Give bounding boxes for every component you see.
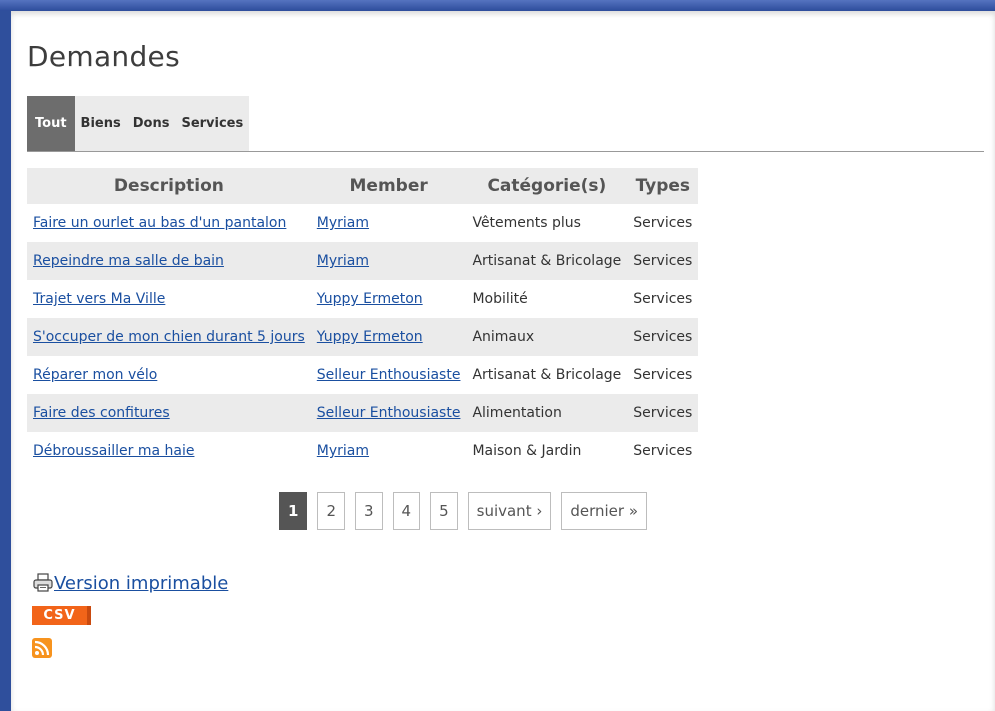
printable-version-row: Version imprimable [32, 572, 228, 594]
cell-member: Selleur Enthousiaste [310, 394, 467, 432]
member-link[interactable]: Selleur Enthousiaste [317, 367, 461, 383]
cell-description: Faire des confitures [27, 394, 311, 432]
table-row: Débroussailler ma haie Myriam Maison & J… [27, 432, 698, 470]
page-3-button[interactable]: 3 [354, 492, 383, 530]
tab-strip: Tout Biens Dons Services [27, 96, 250, 151]
cell-type: Services [627, 394, 699, 432]
cell-description: Trajet vers Ma Ville [27, 280, 311, 318]
description-link[interactable]: Débroussailler ma haie [33, 443, 194, 459]
page-5-button[interactable]: 5 [430, 492, 458, 530]
header-member[interactable]: Member [310, 168, 467, 204]
cell-category: Artisanat & Bricolage [466, 242, 628, 280]
tab-divider [27, 151, 984, 152]
table-row: Réparer mon vélo Selleur Enthousiaste Ar… [27, 356, 698, 394]
printable-version-link[interactable]: Version imprimable [54, 573, 228, 594]
page-2-button[interactable]: 2 [317, 492, 345, 530]
tab-biens[interactable]: Biens [74, 96, 127, 151]
cell-type: Services [633, 367, 693, 383]
member-link[interactable]: Yuppy Ermeton [317, 329, 423, 345]
cell-category: Artisanat & Bricolage [472, 367, 622, 383]
csv-export-button[interactable]: CSV [32, 606, 91, 625]
member-link[interactable]: Myriam [317, 253, 369, 269]
table-header-row: Description Member Catégorie(s) Types [27, 168, 699, 204]
header-types[interactable]: Types [627, 168, 699, 204]
member-link[interactable]: Myriam [317, 215, 369, 231]
cell-member: Yuppy Ermeton [310, 318, 467, 356]
cell-category: Maison & Jardin [472, 443, 582, 459]
pagination: 1 2 3 4 5 suivant › dernier » [279, 492, 648, 530]
next-page-button[interactable]: suivant › [467, 492, 552, 530]
rss-feed-icon[interactable] [32, 638, 52, 658]
cell-type: Services [633, 291, 693, 307]
table-row: Faire des confitures Selleur Enthousiast… [27, 394, 699, 432]
header-description[interactable]: Description [27, 168, 311, 204]
cell-category: Alimentation [466, 394, 628, 432]
page-title: Demandes [27, 40, 180, 73]
table-row: Repeindre ma salle de bain Myriam Artisa… [27, 242, 699, 280]
cell-member: Myriam [311, 204, 467, 242]
cell-type: Services [627, 242, 699, 280]
cell-member: Yuppy Ermeton [311, 280, 467, 318]
description-link[interactable]: Trajet vers Ma Ville [33, 291, 165, 307]
cell-type: Services [633, 215, 693, 231]
cell-type: Services [627, 318, 699, 356]
description-link[interactable]: Réparer mon vélo [33, 367, 157, 383]
member-link[interactable]: Yuppy Ermeton [317, 291, 423, 307]
printer-icon[interactable] [32, 572, 54, 594]
cell-member: Myriam [311, 432, 467, 470]
description-link[interactable]: S'occuper de mon chien durant 5 jours [33, 329, 305, 345]
cell-category: Mobilité [472, 291, 528, 307]
member-link[interactable]: Myriam [317, 443, 369, 459]
cell-member: Myriam [310, 242, 467, 280]
table-row: Trajet vers Ma Ville Yuppy Ermeton Mobil… [27, 280, 698, 318]
cell-description: Réparer mon vélo [27, 356, 311, 394]
table-row: Faire un ourlet au bas d'un pantalon Myr… [27, 204, 698, 242]
page-1-button[interactable]: 1 [279, 492, 308, 530]
cell-description: Repeindre ma salle de bain [27, 242, 311, 280]
member-link[interactable]: Selleur Enthousiaste [317, 405, 461, 421]
cell-member: Selleur Enthousiaste [311, 356, 467, 394]
requests-table: Description Member Catégorie(s) Types Fa… [27, 168, 699, 470]
description-link[interactable]: Faire un ourlet au bas d'un pantalon [33, 215, 286, 231]
cell-description: Débroussailler ma haie [27, 432, 311, 470]
cell-category: Vêtements plus [472, 215, 581, 231]
cell-description: S'occuper de mon chien durant 5 jours [27, 318, 311, 356]
cell-type: Services [633, 443, 693, 459]
cell-category: Animaux [466, 318, 628, 356]
tab-services[interactable]: Services [175, 96, 250, 151]
last-page-button[interactable]: dernier » [561, 492, 648, 530]
tab-tout[interactable]: Tout [27, 96, 75, 151]
cell-description: Faire un ourlet au bas d'un pantalon [27, 204, 311, 242]
tab-dons[interactable]: Dons [126, 96, 176, 151]
header-category[interactable]: Catégorie(s) [466, 168, 628, 204]
description-link[interactable]: Repeindre ma salle de bain [33, 253, 224, 269]
filter-tabs: Tout Biens Dons Services [27, 96, 250, 151]
page-4-button[interactable]: 4 [392, 492, 421, 530]
top-bar [0, 0, 995, 11]
description-link[interactable]: Faire des confitures [33, 405, 170, 421]
table-row: S'occuper de mon chien durant 5 jours Yu… [27, 318, 699, 356]
